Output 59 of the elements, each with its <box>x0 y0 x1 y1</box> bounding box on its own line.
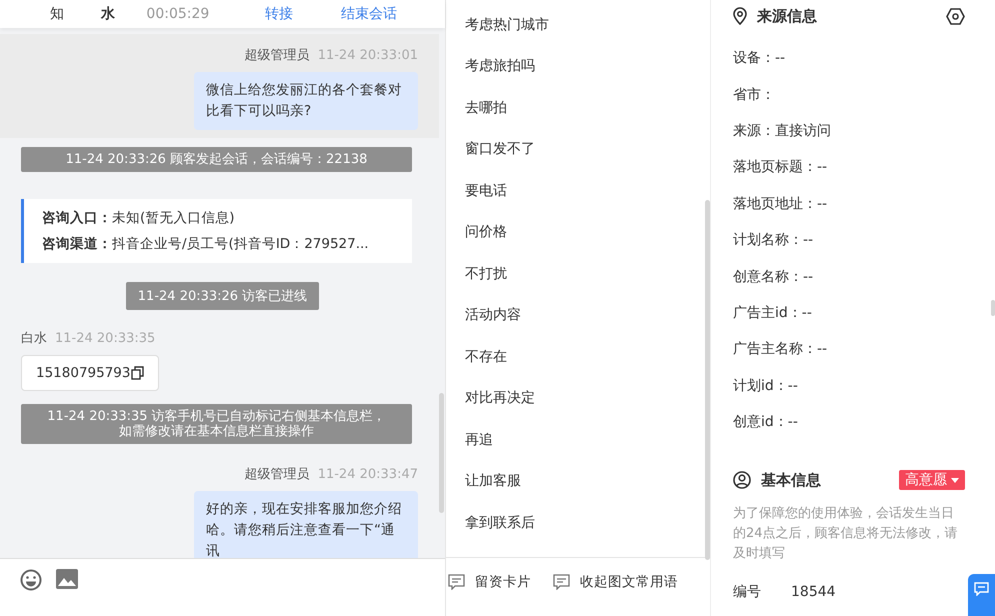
phrase-action-button[interactable]: 留资卡片 <box>448 573 531 591</box>
settings-icon[interactable] <box>946 8 965 24</box>
quick-phrase[interactable]: 再追 <box>446 419 696 460</box>
message-meta: 白水 11-24 20:33:35 <box>21 330 156 347</box>
notice-text: 为了保障您的使用体验，会话发生当日的24点之后，顾客信息将无法修改，请及时填写 <box>733 505 959 564</box>
contact-label: 知 <box>50 5 65 23</box>
phone-number: 15180795793 <box>36 365 130 381</box>
info-field: 来源：直接访问 <box>733 122 831 140</box>
info-field: 创意id：-- <box>733 413 798 432</box>
comment-icon <box>553 574 570 590</box>
user-icon <box>733 471 751 490</box>
message-bubble: 好的亲，现在安排客服加您介绍哈。请您稍后注意查看一下“通讯 <box>194 491 418 558</box>
quick-phrase[interactable]: 不打扰 <box>446 253 696 294</box>
header-link[interactable]: 转接 <box>265 5 293 23</box>
location-pin-icon <box>733 7 747 25</box>
system-notice: 11-24 20:33:35 访客手机号已自动标记右侧基本信息栏，如需修改请在基本信息栏直接操作 <box>21 404 412 444</box>
info-field: 落地页地址：-- <box>733 194 828 213</box>
message-meta: 超级管理员 11-24 20:33:01 <box>244 47 418 64</box>
info-field: 广告主id：-- <box>733 304 812 322</box>
info-field: 创意名称：-- <box>733 268 814 286</box>
system-notice: 11-24 20:33:26 顾客发起会话，会话编号：22138 <box>21 147 412 172</box>
quick-phrase[interactable]: 让加客服 <box>446 460 696 502</box>
phrase-action-button[interactable]: 收起图文常用语 <box>553 573 678 591</box>
caret-icon <box>951 478 959 483</box>
image-icon[interactable] <box>56 569 78 589</box>
quick-phrase[interactable]: 窗口发不了 <box>446 128 696 170</box>
section-title: 基本信息 <box>761 470 822 490</box>
quick-phrase[interactable]: 活动内容 <box>446 294 696 336</box>
quick-phrase[interactable]: 不存在 <box>446 336 696 378</box>
quick-phrase[interactable]: 考虑旅拍吗 <box>446 46 696 87</box>
intent-tag-dropdown[interactable]: 高意愿 <box>899 470 965 490</box>
message-meta: 超级管理员 11-24 20:33:47 <box>244 466 418 483</box>
chat-float-button[interactable] <box>968 574 995 616</box>
info-field: 广告主名称：-- <box>733 340 828 358</box>
quick-phrase[interactable]: 对比再决定 <box>446 378 696 419</box>
quick-phrase[interactable]: 问价格 <box>446 212 696 253</box>
field-value: 18544 <box>791 584 836 600</box>
quick-phrase[interactable]: 要电话 <box>446 170 696 212</box>
copy-icon[interactable] <box>131 366 144 380</box>
system-notice: 11-24 20:33:26 访客已进线 <box>126 282 320 310</box>
field-label: 编号 <box>733 583 761 602</box>
session-duration: 00:05:29 <box>146 6 210 22</box>
message-bubble: 微信上给您发丽江的各个套餐对比看下可以吗亲? <box>194 72 418 130</box>
quick-phrase[interactable]: 去哪拍 <box>446 87 696 128</box>
quick-phrase[interactable]: 考虑热门城市 <box>446 4 696 46</box>
entry-info: 咨询入口：未知(暂无入口信息) <box>42 209 236 227</box>
entry-info: 咨询渠道：抖音企业号/员工号(抖音号ID：279527... <box>42 235 370 253</box>
info-field: 计划名称：-- <box>733 231 814 250</box>
comment-icon <box>974 582 989 596</box>
info-field: 落地页标题：-- <box>733 158 828 176</box>
info-field: 省市： <box>733 86 775 104</box>
quick-phrase[interactable]: 拿到联系后 <box>446 502 696 544</box>
emoji-icon[interactable] <box>20 569 42 591</box>
comment-icon <box>448 574 465 590</box>
info-field: 设备：-- <box>733 49 786 68</box>
header-link[interactable]: 结束会话 <box>341 5 397 23</box>
section-title: 来源信息 <box>757 6 818 26</box>
info-field: 计划id：-- <box>733 376 798 395</box>
contact-label: 水 <box>100 5 116 23</box>
